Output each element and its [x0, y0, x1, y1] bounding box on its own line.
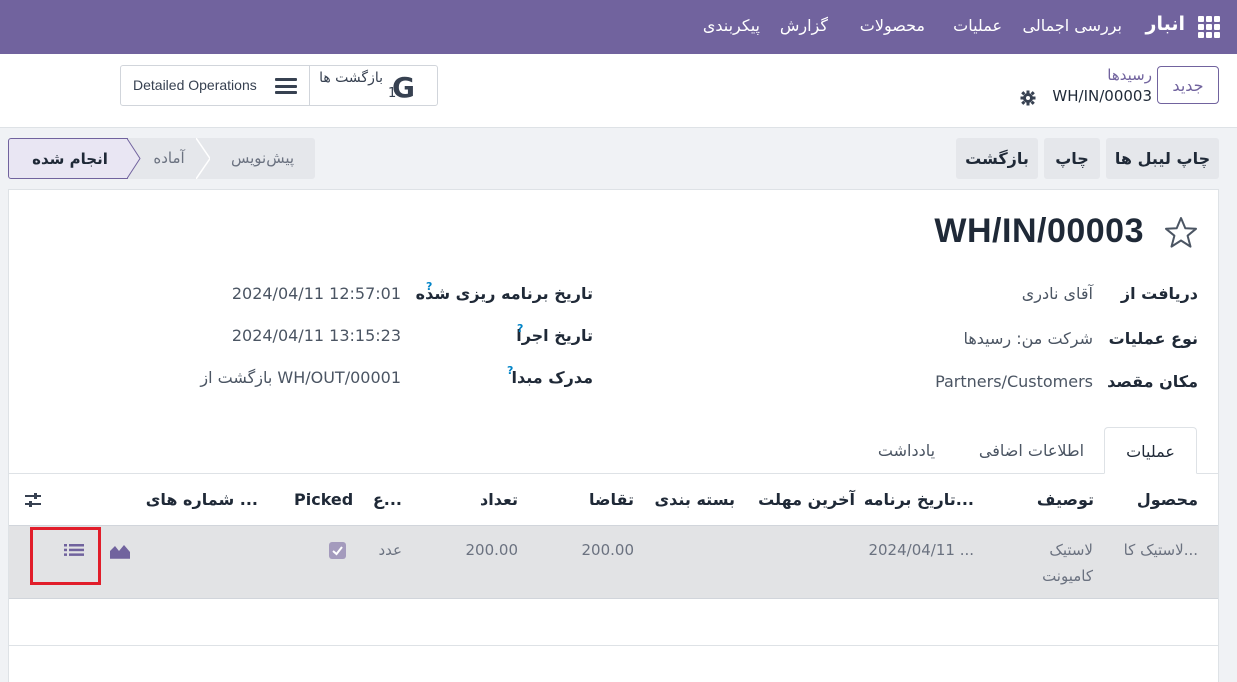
checkmark-icon — [332, 546, 343, 556]
scheduled-date-label: تاریخ برنامه ریزی شده — [415, 284, 593, 303]
detailed-operations-button[interactable]: Detailed Operations — [121, 66, 309, 105]
col-picked[interactable]: Picked — [294, 490, 353, 509]
tab-note[interactable]: یادداشت — [854, 427, 959, 474]
effective-date-help-icon[interactable]: ? — [517, 322, 523, 335]
col-serial-numbers[interactable]: شماره های ... — [146, 490, 258, 509]
menu-overview[interactable]: بررسی اجمالی — [1022, 16, 1122, 35]
smart-buttons: G بازگشت ها 1 Detailed Operations — [120, 65, 438, 106]
col-demand[interactable]: تقاضا — [589, 490, 634, 509]
scheduled-date-field[interactable]: 2024/04/11 12:57:01 — [232, 284, 401, 303]
breadcrumb-current: WH/IN/00003 — [1052, 87, 1152, 105]
gear-icon[interactable] — [1020, 90, 1036, 106]
returns-label: بازگشت ها — [319, 70, 383, 86]
effective-date-field[interactable]: 2024/04/11 13:15:23 — [232, 326, 401, 345]
control-panel: جدید رسیدها WH/IN/00003 G بازگشت ها 1 De… — [0, 54, 1237, 128]
col-packaging[interactable]: بسته بندی — [654, 490, 735, 509]
row-demand[interactable]: 200.00 — [582, 541, 635, 559]
table-row-empty[interactable] — [9, 599, 1218, 646]
new-button[interactable]: جدید — [1157, 66, 1219, 104]
row-description-line2[interactable]: کامیونت — [1042, 567, 1093, 585]
menu-products[interactable]: محصولات — [860, 16, 925, 35]
optional-columns-icon[interactable] — [23, 491, 43, 509]
row-product[interactable]: لاستیک کا... — [1124, 541, 1198, 559]
status-done[interactable]: انجام شده — [8, 138, 128, 179]
destination-label: مکان مقصد — [1107, 372, 1198, 391]
returns-smart-button[interactable]: G بازگشت ها 1 — [309, 66, 438, 105]
star-icon[interactable] — [1164, 216, 1198, 250]
row-uom[interactable]: عدد — [378, 541, 402, 559]
source-document-label: مدرک مبدا — [511, 368, 593, 387]
col-deadline[interactable]: آخرین مهلت — [758, 490, 855, 509]
status-draft[interactable]: پیش‌نویس — [210, 138, 315, 179]
destination-field[interactable]: Partners/Customers — [935, 372, 1093, 391]
status-bar: پیش‌نویس آماده انجام شده — [8, 138, 315, 179]
receive-from-field[interactable]: آقای نادری — [1022, 284, 1093, 303]
record-title: WH/IN/00003 — [934, 212, 1144, 250]
return-button[interactable]: بازگشت — [956, 138, 1038, 179]
menu-configuration[interactable]: پیکربندی — [703, 16, 760, 35]
print-labels-button[interactable]: چاپ لیبل ها — [1106, 138, 1219, 179]
col-uom[interactable]: ع... — [373, 490, 402, 509]
breadcrumb-parent[interactable]: رسیدها — [1107, 66, 1152, 84]
receive-from-label: دریافت از — [1120, 284, 1198, 303]
top-navbar: انبار بررسی اجمالی عملیات محصولات گزارش … — [0, 0, 1237, 54]
form-sheet: WH/IN/00003 دریافت از آقای نادری نوع عمل… — [8, 189, 1219, 682]
scheduled-date-help-icon[interactable]: ? — [426, 280, 432, 293]
effective-date-label: تاریخ اجرا — [516, 326, 593, 345]
detailed-operations-label: Detailed Operations — [133, 77, 257, 93]
col-description[interactable]: توصیف — [1037, 490, 1094, 509]
col-product[interactable]: محصول — [1137, 490, 1198, 509]
menu-reporting[interactable]: گزارش — [780, 16, 828, 35]
source-document-help-icon[interactable]: ? — [507, 364, 513, 377]
row-scheduled-date[interactable]: 2024/04/11 ... — [868, 541, 974, 559]
print-button[interactable]: چاپ — [1044, 138, 1100, 179]
source-document-field[interactable]: بازگشت از WH/OUT/00001 — [200, 368, 401, 387]
status-separator-icon — [196, 138, 210, 179]
returns-count: 1 — [388, 86, 397, 101]
status-current-arrow-icon — [127, 138, 141, 179]
col-quantity[interactable]: تعداد — [480, 490, 518, 509]
table-row[interactable]: لاستیک کا... لاستیک کامیونت 2024/04/11 .… — [9, 525, 1218, 599]
apps-menu-icon[interactable] — [1198, 16, 1220, 38]
picked-checkbox[interactable] — [329, 542, 346, 559]
operation-type-label: نوع عملیات — [1108, 329, 1198, 348]
row-quantity[interactable]: 200.00 — [466, 541, 519, 559]
tab-additional-info[interactable]: اطلاعات اضافی — [959, 427, 1104, 474]
tab-operations[interactable]: عملیات — [1104, 427, 1197, 474]
highlight-box — [30, 527, 101, 585]
menu-operations[interactable]: عملیات — [953, 16, 1002, 35]
operation-type-field[interactable]: شرکت من: رسیدها — [963, 329, 1093, 348]
list-icon — [275, 78, 297, 94]
forecast-chart-icon[interactable] — [109, 542, 131, 559]
row-description-line1[interactable]: لاستیک — [1049, 541, 1093, 559]
col-scheduled-date[interactable]: تاریخ برنامه... — [864, 490, 974, 509]
app-brand[interactable]: انبار — [1146, 13, 1185, 35]
